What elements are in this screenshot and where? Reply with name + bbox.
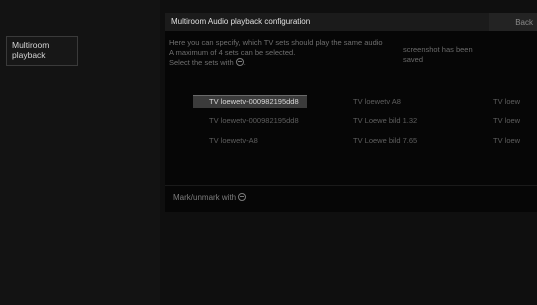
- back-button[interactable]: Back: [489, 13, 537, 31]
- footer-divider: [165, 185, 537, 186]
- toast-line-2: saved: [403, 55, 424, 64]
- tv-set-item[interactable]: TV loewetv-A8: [209, 135, 258, 147]
- footer-hint: Mark/unmark with: [173, 193, 247, 202]
- info-line-1: Here you can specify, which TV sets shou…: [169, 38, 383, 47]
- info-line-3: Select the sets with .: [169, 58, 246, 67]
- tv-set-item[interactable]: TV loew: [493, 115, 520, 127]
- tv-set-item[interactable]: TV loewetv-000982195dd8: [193, 95, 307, 108]
- sidebar-item-multiroom-playback[interactable]: Multiroom playback: [6, 36, 78, 66]
- ok-button-icon: [235, 58, 244, 66]
- ok-button-icon: [238, 193, 247, 201]
- tv-set-item[interactable]: TV Loewe bild 1.32: [353, 115, 417, 127]
- info-line-2: A maximum of 4 sets can be selected.: [169, 48, 296, 57]
- panel-header: Multiroom Audio playback configuration B…: [165, 13, 537, 31]
- toast-line-1: screenshot has been: [403, 45, 473, 54]
- sidebar: Multiroom playback: [0, 0, 160, 305]
- tv-set-item[interactable]: TV Loewe bild 7.65: [353, 135, 417, 147]
- tv-set-item[interactable]: TV loewetv-000982195dd8: [209, 115, 299, 127]
- tv-set-item[interactable]: TV loew: [493, 135, 520, 147]
- sidebar-item-label-line2: playback: [12, 50, 46, 60]
- panel-title: Multiroom Audio playback configuration: [171, 17, 311, 26]
- screenshot-saved-notification: screenshot has been saved: [403, 45, 513, 65]
- info-text: Here you can specify, which TV sets shou…: [169, 38, 429, 68]
- multiroom-config-panel: Multiroom Audio playback configuration B…: [165, 13, 537, 212]
- sidebar-item-label-line1: Multiroom: [12, 40, 50, 50]
- tv-set-item[interactable]: TV loew: [493, 96, 520, 108]
- tv-set-item[interactable]: TV loewetv A8: [353, 96, 401, 108]
